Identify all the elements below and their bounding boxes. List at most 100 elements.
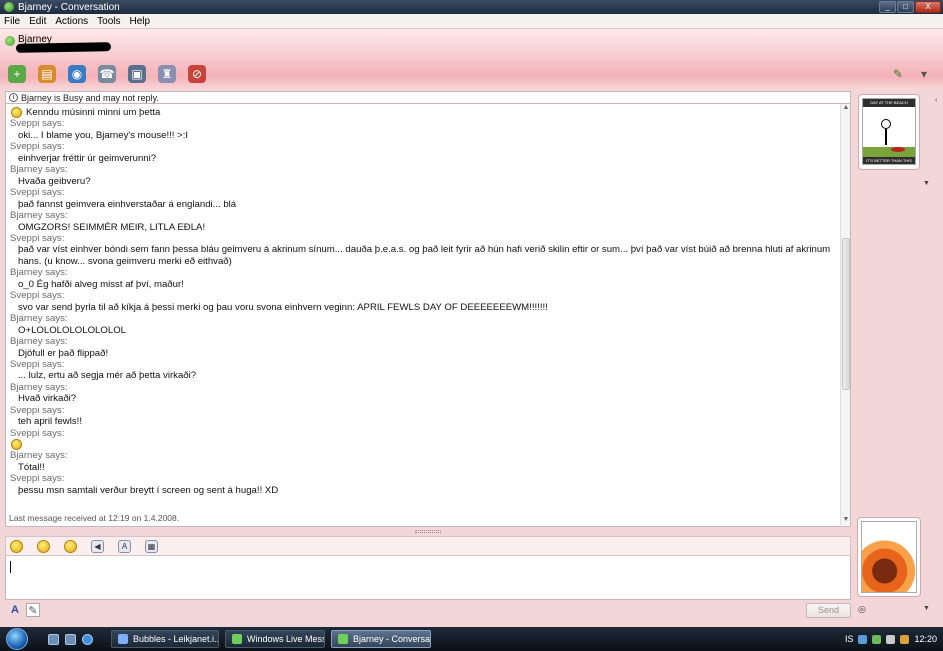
taskbar-item-label: Bjarney - Conversati... (353, 634, 431, 644)
show-desktop-icon[interactable] (48, 633, 59, 645)
message-text: ... lulz, ertu að segja mér að þetta vir… (18, 370, 197, 382)
taskbar-item-conversation[interactable]: Bjarney - Conversati... (331, 630, 431, 648)
message-sender: Sveppi says: (10, 427, 65, 439)
message-text: Kenndu músinni minni um þetta (10, 107, 838, 119)
messenger-icon (4, 2, 14, 12)
message-text: Hvaða geibveru? (18, 175, 91, 187)
internet-explorer-icon[interactable] (82, 633, 93, 645)
scroll-down-icon[interactable]: ▼ (841, 516, 850, 525)
switch-windows-icon[interactable] (65, 633, 76, 645)
message-text: svo var send þyrla til að kíkja á þessi … (18, 301, 548, 313)
message-text: o_0 Ég hafði alveg misst af því, maður! (18, 278, 184, 290)
block-icon[interactable]: ⊘ (188, 65, 206, 83)
message-sender: Sveppi says: (10, 358, 65, 370)
taskbar-item-label: Bubbles - Leikjanet.i... (133, 634, 219, 644)
redacted-personal-message (15, 42, 112, 53)
network-icon[interactable] (858, 634, 868, 644)
contact-display-picture: DAY AT THE BEACH IT'S BETTER THAN THIS (862, 98, 916, 165)
contact-avatar-dropdown-icon[interactable]: ▼ (923, 180, 930, 187)
avatar-caption-top: DAY AT THE BEACH (863, 99, 915, 107)
menu-tools[interactable]: Tools (97, 16, 120, 27)
message-sender: Bjarney says: (10, 336, 68, 348)
taskbar: Bubbles - Leikjanet.i... Windows Live Me… (0, 627, 943, 651)
conversation-scrollbar[interactable]: ▲ ▼ (840, 104, 850, 525)
message-sender: Bjarney says: (10, 210, 68, 222)
my-avatar-dropdown-icon[interactable]: ▼ (923, 605, 930, 612)
show-menu-icon[interactable]: ▾ (915, 65, 933, 83)
share-files-icon[interactable]: ▤ (38, 65, 56, 83)
menu-edit[interactable]: Edit (29, 16, 46, 27)
figure-head (881, 119, 891, 129)
message-input[interactable] (5, 556, 851, 600)
my-display-picture (861, 521, 917, 593)
message-list: Kenndu músinni minni um þetta Sveppi says… (6, 104, 842, 514)
message-text: Djöfull er það flippað! (18, 347, 109, 359)
surprised-emoticon-icon (11, 439, 22, 451)
font-icon[interactable]: A (118, 539, 131, 553)
format-tabs: A ✎ (8, 603, 40, 617)
browser-icon (118, 634, 128, 644)
text-caret (10, 561, 11, 573)
maximize-button[interactable]: □ (897, 1, 914, 13)
font-format-icon[interactable]: A (8, 603, 22, 617)
my-avatar[interactable] (857, 517, 921, 597)
emoticon-icon[interactable] (10, 539, 23, 553)
message-text (10, 439, 838, 451)
conversation-history[interactable]: Kenndu músinni minni um þetta Sveppi says… (5, 104, 851, 527)
invite-icon[interactable]: + (8, 65, 26, 83)
video-call-icon[interactable]: ◉ (68, 65, 86, 83)
scroll-up-icon[interactable]: ▲ (841, 104, 850, 113)
online-status-icon (5, 36, 15, 46)
voice-clip-icon[interactable]: ◀ (91, 539, 104, 553)
scroll-thumb[interactable] (842, 238, 850, 390)
minimize-button[interactable]: _ (879, 1, 896, 13)
message-sender: Bjarney says: (10, 381, 68, 393)
nudge-icon[interactable] (64, 539, 77, 553)
message-sender: Sveppi says: (10, 118, 65, 130)
close-button[interactable]: X (915, 1, 941, 13)
paint-brush-icon[interactable]: ✎ (889, 65, 907, 83)
activities-icon[interactable]: ▣ (128, 65, 146, 83)
language-indicator[interactable]: IS (845, 634, 854, 644)
messenger-tray-icon[interactable] (872, 634, 882, 644)
wink-icon[interactable] (37, 539, 50, 553)
background-icon[interactable]: ▦ (145, 539, 158, 553)
menu-file[interactable]: File (4, 16, 20, 27)
messenger-icon (232, 634, 242, 644)
handwriting-icon[interactable]: ✎ (26, 603, 40, 617)
taskbar-item-messenger[interactable]: Windows Live Mess... (225, 630, 325, 648)
ground (863, 147, 915, 157)
taskbar-item-bubbles[interactable]: Bubbles - Leikjanet.i... (111, 630, 219, 648)
webcam-icon[interactable]: ◎ (858, 604, 866, 615)
message-sender: Bjarney says: (10, 313, 68, 325)
red-pool (891, 147, 905, 152)
clock[interactable]: 12:20 (914, 634, 937, 644)
status-banner: i Bjarney is Busy and may not reply. (5, 91, 851, 104)
menu-help[interactable]: Help (130, 16, 151, 27)
message-sender: Sveppi says: (10, 290, 65, 302)
message-text: teh april fewls!! (18, 416, 82, 428)
message-sender: Sveppi says: (10, 232, 65, 244)
collapse-pane-icon[interactable]: ‹ (935, 97, 937, 104)
message-text: það var víst einhver bóndi sem fann þess… (18, 244, 831, 267)
call-icon[interactable]: ☎ (98, 65, 116, 83)
start-button[interactable] (6, 628, 28, 650)
message-text: Hvað virkaði? (18, 393, 77, 405)
power-icon[interactable] (900, 634, 910, 644)
window-title: Bjarney - Conversation (18, 1, 120, 13)
title-bar: Bjarney - Conversation _ □ X (0, 0, 943, 14)
quick-launch (48, 633, 93, 645)
contact-header: Bjarney (0, 29, 943, 59)
taskbar-item-label: Windows Live Mess... (247, 634, 324, 644)
contact-avatar[interactable]: DAY AT THE BEACH IT'S BETTER THAN THIS (858, 94, 920, 170)
menu-actions[interactable]: Actions (55, 16, 88, 27)
info-icon: i (9, 93, 18, 102)
send-button[interactable]: Send (806, 603, 851, 618)
splitter-handle[interactable] (415, 530, 441, 533)
message-sender: Sveppi says: (10, 404, 65, 416)
games-icon[interactable]: ♜ (158, 65, 176, 83)
volume-icon[interactable] (886, 634, 896, 644)
message-text: það fannst geimvera einhverstaðar á engl… (18, 198, 237, 210)
message-body: Kenndu músinni minni um þetta (26, 107, 161, 118)
menu-bar: File Edit Actions Tools Help (0, 14, 943, 29)
